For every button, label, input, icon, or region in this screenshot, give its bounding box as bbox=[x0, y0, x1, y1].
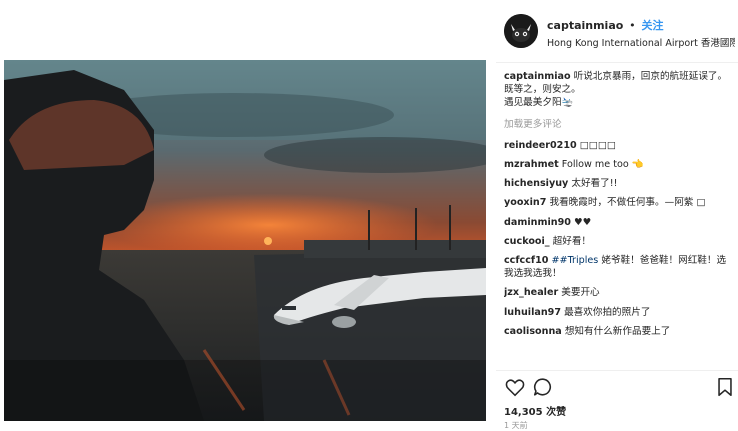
comment-item: reindeer0210 □□□□ bbox=[504, 139, 734, 152]
post-author-username[interactable]: captainmiao bbox=[547, 19, 623, 32]
likes-count[interactable]: 14,305 次赞 bbox=[504, 403, 566, 418]
comment-username[interactable]: hichensiyuy bbox=[504, 178, 568, 189]
caption-username[interactable]: captainmiao bbox=[504, 71, 571, 82]
comment-item: ccfccf10 ##Triples 姥爷鞋！爸爸鞋！网红鞋！选我选我选我！ bbox=[504, 254, 734, 280]
comment-item: yooxin7 我看晚霞时，不做任何事。—阿紫 □ bbox=[504, 196, 734, 209]
sunset-airport-photo bbox=[4, 60, 486, 421]
caption-text-line2: 既等之，则安之。 bbox=[504, 84, 581, 96]
post-location[interactable]: Hong Kong International Airport 香港國際... bbox=[547, 35, 735, 49]
comment-item: cuckooi_ 超好看！ bbox=[504, 235, 734, 248]
post-author-line: captainmiao • 关注 bbox=[547, 17, 664, 33]
comment-item: daminmin90 ♥♥ bbox=[504, 216, 734, 229]
heart-icon[interactable] bbox=[504, 376, 526, 398]
post-timestamp: 1 天前 bbox=[504, 421, 528, 430]
comment-username[interactable]: ccfccf10 bbox=[504, 255, 548, 266]
comment-username[interactable]: caolisonna bbox=[504, 326, 562, 337]
comment-text: 超好看！ bbox=[552, 235, 592, 247]
comment-item: jzx_healer 美要开心 bbox=[504, 286, 734, 299]
bookmark-icon[interactable] bbox=[714, 376, 736, 398]
caption-text-line3: 遇见最美夕阳🛬 bbox=[504, 97, 574, 109]
comment-text: ♥♥ bbox=[574, 216, 592, 228]
comment-item: mzrahmet Follow me too 👈 bbox=[504, 158, 734, 171]
divider bbox=[496, 62, 738, 63]
follow-button[interactable]: 关注 bbox=[642, 19, 664, 32]
comment-item: caolisonna 想知有什么新作品要上了 bbox=[504, 325, 734, 338]
comment-text: 美要开心 bbox=[561, 287, 600, 299]
comment-text: 最喜欢你拍的照片了 bbox=[564, 306, 651, 318]
comment-hashtag[interactable]: ##Triples bbox=[552, 255, 599, 266]
load-more-comments-link[interactable]: 加载更多评论 bbox=[504, 118, 734, 131]
separator-dot: • bbox=[629, 19, 636, 32]
caption-text-line1: 听说北京暴雨，回京的航班延误了。 bbox=[573, 71, 728, 82]
comment-username[interactable]: mzrahmet bbox=[504, 159, 559, 170]
comment-text: 我看晚霞时，不做任何事。—阿紫 □ bbox=[549, 197, 706, 209]
comment-text: Follow me too 👈 bbox=[561, 159, 644, 171]
comment-username[interactable]: yooxin7 bbox=[504, 197, 546, 208]
comment-icon[interactable] bbox=[532, 376, 554, 398]
comment-username[interactable]: cuckooi_ bbox=[504, 236, 550, 247]
divider bbox=[496, 370, 738, 371]
cat-avatar-icon[interactable] bbox=[504, 14, 538, 48]
comments-list[interactable]: captainmiao 听说北京暴雨，回京的航班延误了。 既等之，则安之。 遇见… bbox=[504, 70, 734, 370]
post-header: captainmiao • 关注 Hong Kong International… bbox=[496, 0, 738, 62]
post-photo[interactable] bbox=[4, 60, 486, 421]
comment-item: luhuilan97 最喜欢你拍的照片了 bbox=[504, 306, 734, 319]
comment-username[interactable]: daminmin90 bbox=[504, 217, 571, 228]
post-caption: captainmiao 听说北京暴雨，回京的航班延误了。 既等之，则安之。 遇见… bbox=[504, 70, 734, 110]
comment-text: 想知有什么新作品要上了 bbox=[564, 325, 671, 337]
comment-username[interactable]: jzx_healer bbox=[504, 287, 558, 298]
post-actions-bar bbox=[504, 376, 736, 398]
comment-username[interactable]: luhuilan97 bbox=[504, 307, 561, 318]
post-side-panel: captainmiao • 关注 Hong Kong International… bbox=[496, 0, 738, 431]
comment-item: hichensiyuy 太好看了!! bbox=[504, 177, 734, 190]
comment-text: □□□□ bbox=[579, 139, 616, 151]
comment-username[interactable]: reindeer0210 bbox=[504, 140, 577, 151]
comment-text: 太好看了!! bbox=[571, 178, 618, 190]
